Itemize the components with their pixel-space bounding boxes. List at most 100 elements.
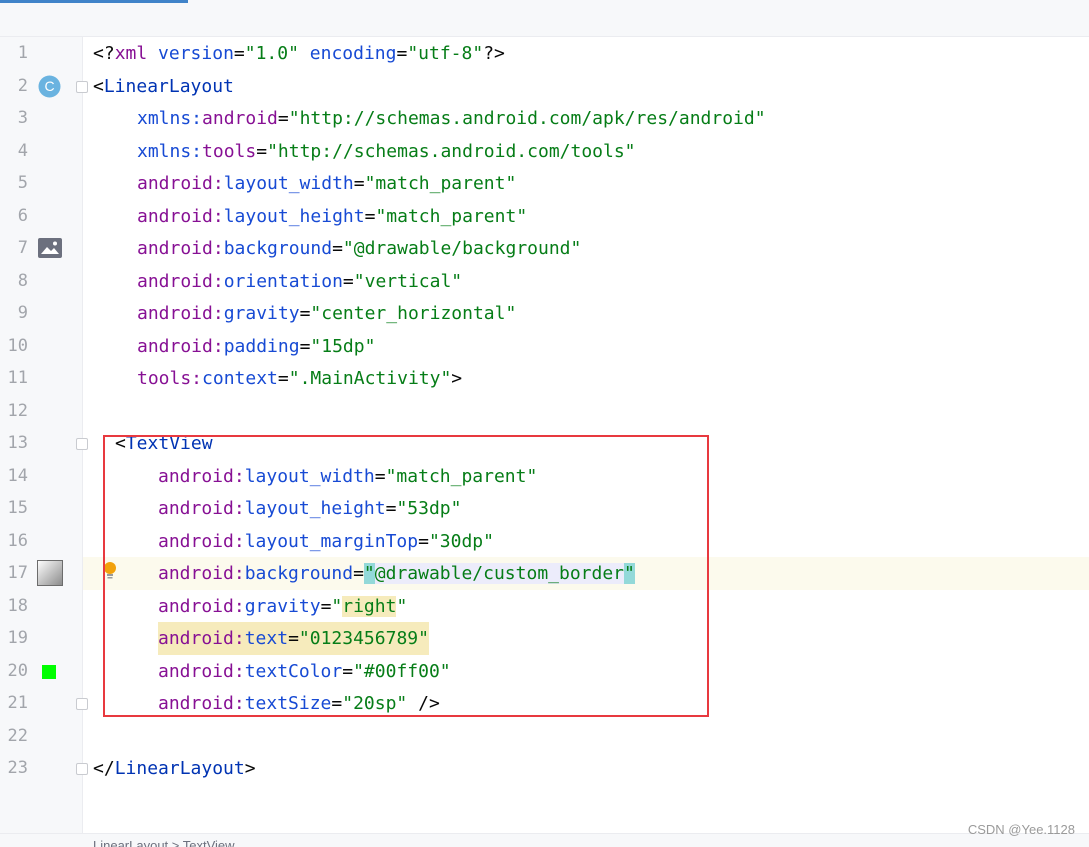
attr-value: "@drawable/background" bbox=[342, 238, 582, 259]
line-number: 10 bbox=[7, 336, 28, 356]
line-code[interactable]: xmlns:tools="http://schemas.android.com/… bbox=[137, 135, 636, 168]
fold-toggle-icon[interactable] bbox=[76, 438, 88, 450]
attr-value: "match_parent" bbox=[385, 466, 538, 487]
tag-open: </ bbox=[93, 758, 115, 779]
attr-namespace: android: bbox=[158, 466, 245, 487]
line-number: 13 bbox=[7, 433, 28, 453]
attr-value: "53dp" bbox=[396, 498, 462, 519]
line-code[interactable]: android:orientation="vertical" bbox=[137, 265, 462, 298]
attr-value: "1.0" bbox=[244, 43, 299, 64]
fold-end-icon[interactable] bbox=[76, 763, 88, 775]
code-line[interactable]: 11 tools:context=".MainActivity"> bbox=[0, 362, 1089, 395]
code-line[interactable]: 23 </LinearLayout> bbox=[0, 752, 1089, 785]
color-swatch-icon[interactable] bbox=[42, 664, 56, 683]
code-line[interactable]: 21 android:textSize="20sp" /> bbox=[0, 687, 1089, 720]
attr-namespace: android: bbox=[137, 206, 224, 227]
attr-namespace: android: bbox=[158, 498, 245, 519]
lightbulb-icon[interactable] bbox=[103, 561, 117, 585]
attr-name: gravity bbox=[223, 303, 300, 324]
drawable-preview-icon[interactable] bbox=[37, 560, 63, 590]
code-line[interactable]: 19 android:text="0123456789" bbox=[0, 622, 1089, 655]
line-code[interactable]: android:layout_marginTop="30dp" bbox=[158, 525, 494, 558]
attr-namespace: android: bbox=[158, 628, 245, 649]
code-line[interactable]: 16 android:layout_marginTop="30dp" bbox=[0, 525, 1089, 558]
line-number: 22 bbox=[7, 726, 28, 746]
code-line[interactable]: 14 android:layout_width="match_parent" bbox=[0, 460, 1089, 493]
attr-name: padding bbox=[223, 336, 300, 357]
line-number: 2 bbox=[17, 76, 28, 96]
matched-quote: " bbox=[363, 563, 375, 584]
line-code[interactable]: android:layout_width="match_parent" bbox=[137, 167, 516, 200]
code-line[interactable]: 9 android:gravity="center_horizontal" bbox=[0, 297, 1089, 330]
line-code[interactable]: tools:context=".MainActivity"> bbox=[137, 362, 462, 395]
code-line[interactable]: 1 <?xml version="1.0" encoding="utf-8"?> bbox=[0, 37, 1089, 70]
code-line[interactable]: 22 bbox=[0, 720, 1089, 753]
attr-value: "20sp" bbox=[342, 693, 408, 714]
attr-name: layout_height bbox=[223, 206, 365, 227]
attr-value: "0123456789" bbox=[298, 628, 429, 649]
fold-end-icon[interactable] bbox=[76, 698, 88, 710]
line-code[interactable]: <TextView bbox=[115, 427, 213, 460]
attr-name: gravity bbox=[244, 596, 321, 617]
code-line[interactable]: 3 xmlns:android="http://schemas.android.… bbox=[0, 102, 1089, 135]
code-line[interactable]: 15 android:layout_height="53dp" bbox=[0, 492, 1089, 525]
code-line-current[interactable]: 17 android:background="@drawable/custom_… bbox=[0, 557, 1089, 590]
line-code[interactable]: android:layout_width="match_parent" bbox=[158, 460, 537, 493]
tag-close: > bbox=[244, 758, 256, 779]
line-number: 18 bbox=[7, 596, 28, 616]
fold-toggle-icon[interactable] bbox=[76, 81, 88, 93]
tag-close: > bbox=[451, 368, 463, 389]
attr-namespace: xmlns: bbox=[137, 141, 203, 162]
attr-value: "match_parent" bbox=[364, 173, 517, 194]
line-code[interactable]: android:textSize="20sp" /> bbox=[158, 687, 440, 720]
line-code[interactable]: android:layout_height="match_parent" bbox=[137, 200, 527, 233]
tag-name: TextView bbox=[125, 433, 213, 454]
line-code[interactable]: android:text="0123456789" bbox=[158, 622, 429, 655]
attr-value: "utf-8" bbox=[407, 43, 484, 64]
code-line[interactable]: 2 C <LinearLayout bbox=[0, 70, 1089, 103]
code-line[interactable]: 7 android:background="@drawable/backgrou… bbox=[0, 232, 1089, 265]
line-number: 4 bbox=[17, 141, 28, 161]
equals: = bbox=[364, 206, 376, 227]
line-code[interactable]: </LinearLayout> bbox=[93, 752, 256, 785]
equals: = bbox=[320, 596, 332, 617]
code-line[interactable]: 4 xmlns:tools="http://schemas.android.co… bbox=[0, 135, 1089, 168]
line-code[interactable]: <?xml version="1.0" encoding="utf-8"?> bbox=[93, 37, 505, 70]
code-line[interactable]: 8 android:orientation="vertical" bbox=[0, 265, 1089, 298]
attr-value: "#00ff00" bbox=[353, 661, 451, 682]
line-number: 17 bbox=[7, 563, 28, 583]
attr-namespace: android: bbox=[137, 336, 224, 357]
attr-namespace: android: bbox=[158, 531, 245, 552]
code-line[interactable]: 10 android:padding="15dp" bbox=[0, 330, 1089, 363]
equals: = bbox=[256, 141, 268, 162]
attr-name: layout_width bbox=[223, 173, 354, 194]
attr-name: orientation bbox=[223, 271, 343, 292]
code-line[interactable]: 20 android:textColor="#00ff00" bbox=[0, 655, 1089, 688]
line-code[interactable]: android:textColor="#00ff00" bbox=[158, 655, 451, 688]
code-line[interactable]: 12 bbox=[0, 395, 1089, 428]
attr-value: "http://schemas.android.com/apk/res/andr… bbox=[288, 108, 766, 129]
attr-value: "center_horizontal" bbox=[310, 303, 517, 324]
line-code[interactable]: android:gravity="center_horizontal" bbox=[137, 297, 516, 330]
class-reference-icon[interactable]: C bbox=[38, 75, 61, 102]
attr-name: background bbox=[244, 563, 354, 584]
code-line[interactable]: 18 android:gravity="right" bbox=[0, 590, 1089, 623]
equals: = bbox=[299, 336, 311, 357]
line-code[interactable]: android:background="@drawable/custom_bor… bbox=[158, 557, 635, 590]
code-line[interactable]: 13 <TextView bbox=[0, 427, 1089, 460]
line-number: 3 bbox=[17, 108, 28, 128]
line-number: 8 bbox=[17, 271, 28, 291]
line-code[interactable]: xmlns:android="http://schemas.android.co… bbox=[137, 102, 766, 135]
code-line[interactable]: 6 android:layout_height="match_parent" bbox=[0, 200, 1089, 233]
line-code[interactable]: android:gravity="right" bbox=[158, 590, 407, 623]
quote: " bbox=[396, 596, 408, 617]
attr-value: ".MainActivity" bbox=[288, 368, 452, 389]
line-code[interactable]: android:padding="15dp" bbox=[137, 330, 375, 363]
tag-open: < bbox=[115, 433, 126, 454]
line-code[interactable]: <LinearLayout bbox=[93, 70, 234, 103]
line-code[interactable]: android:layout_height="53dp" bbox=[158, 492, 461, 525]
code-line[interactable]: 5 android:layout_width="match_parent" bbox=[0, 167, 1089, 200]
tag-open: < bbox=[93, 76, 104, 97]
line-code[interactable]: android:background="@drawable/background… bbox=[137, 232, 581, 265]
image-preview-icon[interactable] bbox=[38, 238, 62, 262]
